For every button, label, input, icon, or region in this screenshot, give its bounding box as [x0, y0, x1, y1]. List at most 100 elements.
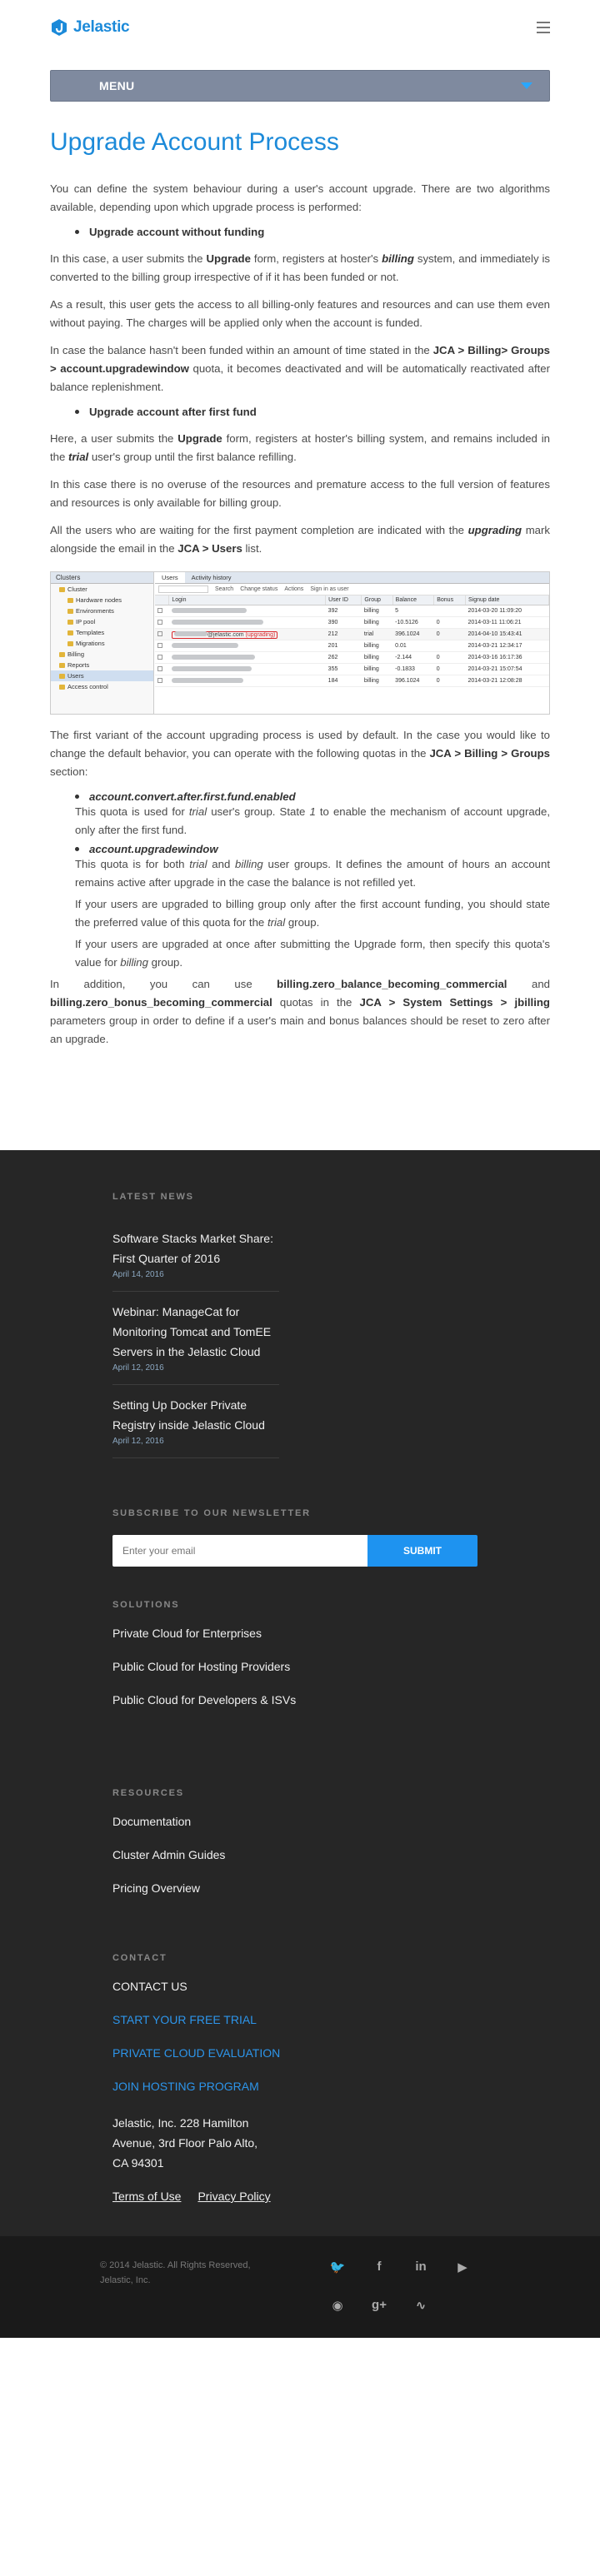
screenshot-sign-in: Sign in as user: [310, 586, 349, 592]
quota-description: This quota is used for trial user's grou…: [75, 805, 550, 836]
resources-heading: RESOURCES: [112, 1788, 184, 1798]
column-header: Bonus: [433, 595, 467, 605]
screenshot-search-label: Search: [215, 586, 234, 592]
news-title-link[interactable]: Software Stacks Market Share: First Quar…: [112, 1228, 279, 1268]
bullet-dot-icon: [75, 230, 79, 234]
resource-link-documentation[interactable]: Documentation: [112, 1815, 488, 1828]
google-plus-icon[interactable]: g+: [358, 2298, 400, 2313]
screenshot-users-table: Login User ID Group Balance Bonus Signup…: [155, 595, 549, 687]
linkedin-icon[interactable]: in: [400, 2260, 442, 2275]
news-title-link[interactable]: Setting Up Docker Private Registry insid…: [112, 1395, 279, 1435]
chevron-down-icon: [521, 82, 532, 89]
tree-item-selected: Users: [51, 670, 153, 681]
contact-us-link[interactable]: CONTACT US: [112, 1980, 488, 1993]
bullet-dot-icon: [75, 410, 79, 414]
terms-of-use-link[interactable]: Terms of Use: [112, 2190, 181, 2203]
resource-link-pricing[interactable]: Pricing Overview: [112, 1881, 488, 1895]
social-links: 🐦 f in ▶ ◉ g+ ∿: [317, 2260, 483, 2313]
newsletter-form: SUBMIT: [112, 1535, 488, 1567]
newsletter-email-input[interactable]: [112, 1535, 368, 1567]
screenshot-tree-header: Clusters: [51, 572, 153, 584]
folder-icon: [68, 619, 73, 625]
site-footer: LATEST NEWS Software Stacks Market Share…: [0, 1150, 600, 2236]
folder-icon: [59, 651, 65, 657]
folder-icon: [59, 684, 65, 690]
news-date: April 14, 2016: [112, 1270, 164, 1279]
latest-news-heading: LATEST NEWS: [112, 1192, 194, 1202]
paragraph: The first variant of the account upgradi…: [50, 729, 550, 778]
news-item[interactable]: Software Stacks Market Share: First Quar…: [112, 1218, 279, 1292]
copyright: © 2014 Jelastic. All Rights Reserved, Je…: [100, 2260, 251, 2285]
tree-item: Cluster: [51, 584, 153, 595]
screenshot-tab-users: Users: [155, 572, 185, 583]
quota-convert-after-first-fund: account.convert.after.first.fund.enabled: [50, 790, 550, 803]
newsletter-submit-button[interactable]: SUBMIT: [368, 1535, 478, 1567]
twitter-icon[interactable]: 🐦: [317, 2260, 358, 2275]
jelastic-logo-icon: [52, 19, 67, 36]
facebook-icon[interactable]: f: [358, 2260, 400, 2275]
tree-item: Billing: [51, 649, 153, 660]
upgrading-mark-box: @jelastic.com (upgrading): [171, 630, 278, 639]
jca-users-screenshot: Clusters Cluster Hardware nodes Environm…: [50, 571, 550, 715]
paragraph: In case the balance hasn't been funded w…: [50, 344, 551, 393]
jelastic-logo[interactable]: Jelastic: [50, 18, 130, 37]
folder-icon: [68, 597, 73, 603]
news-item[interactable]: Webinar: ManageCat for Monitoring Tomcat…: [112, 1292, 279, 1385]
legal-links: Terms of Use Privacy Policy: [112, 2190, 488, 2203]
page-title: Upgrade Account Process: [50, 128, 339, 156]
paragraph: In this case, a user submits the Upgrade…: [50, 252, 551, 283]
paragraph: Here, a user submits the Upgrade form, r…: [50, 432, 550, 463]
hosting-program-link[interactable]: JOIN HOSTING PROGRAM: [112, 2080, 488, 2093]
column-header: Group: [361, 595, 393, 605]
folder-icon: [59, 673, 65, 679]
screenshot-change-status: Change status: [240, 586, 278, 592]
article: Upgrade Account Process You can define t…: [0, 128, 600, 1049]
folder-icon: [59, 662, 65, 668]
screenshot-users-panel: Users Activity history Search Change sta…: [155, 572, 549, 714]
screenshot-tabs: Users Activity history: [155, 572, 549, 584]
solution-link-hosting-providers[interactable]: Public Cloud for Hosting Providers: [112, 1660, 488, 1673]
solution-link-developers[interactable]: Public Cloud for Developers & ISVs: [112, 1693, 488, 1707]
site-header: Jelastic: [0, 0, 600, 57]
free-trial-link[interactable]: START YOUR FREE TRIAL: [112, 2013, 488, 2026]
privacy-policy-link[interactable]: Privacy Policy: [198, 2190, 270, 2203]
footer-bottom-bar: © 2014 Jelastic. All Rights Reserved, Je…: [0, 2236, 600, 2338]
bullet-dot-icon: [75, 795, 79, 799]
quota-description: This quota is for both trial and billing…: [75, 858, 550, 969]
table-row-highlighted: @jelastic.com (upgrading) 212 trial 396.102…: [155, 628, 549, 640]
news-item[interactable]: Setting Up Docker Private Registry insid…: [112, 1385, 279, 1458]
paragraph: As a result, this user gets the access t…: [50, 298, 550, 329]
folder-icon: [68, 630, 73, 635]
bullet-upgrade-after-first-fund: Upgrade account after first fund: [50, 406, 550, 418]
news-title-link[interactable]: Webinar: ManageCat for Monitoring Tomcat…: [112, 1302, 279, 1362]
resource-link-cluster-admin[interactable]: Cluster Admin Guides: [112, 1848, 488, 1861]
folder-icon: [68, 640, 73, 646]
github-icon[interactable]: ◉: [317, 2298, 358, 2313]
paragraph: In addition, you can use billing.zero_ba…: [50, 978, 550, 1045]
hamburger-menu-icon[interactable]: [537, 22, 550, 33]
column-header: Login: [168, 595, 327, 605]
folder-icon: [68, 608, 73, 614]
intro-paragraph: You can define the system behaviour duri…: [50, 182, 550, 213]
table-row: 355 billing -0.1833 0 2014-03-21 15:07:54: [155, 663, 549, 675]
subscribe-heading: SUBSCRIBE TO OUR NEWSLETTER: [112, 1508, 311, 1518]
screenshot-search-box: [158, 585, 208, 593]
bullet-upgrade-without-funding: Upgrade account without funding: [50, 226, 550, 238]
rss-icon[interactable]: ∿: [400, 2298, 442, 2313]
menu-dropdown[interactable]: MENU: [50, 70, 550, 102]
paragraph: All the users who are waiting for the fi…: [50, 524, 551, 555]
solutions-heading: SOLUTIONS: [112, 1600, 180, 1610]
news-date: April 12, 2016: [112, 1437, 164, 1446]
column-header: Signup date: [465, 595, 549, 605]
private-cloud-evaluation-link[interactable]: PRIVATE CLOUD EVALUATION: [112, 2046, 488, 2060]
table-row: 390 billing -10.5126 0 2014-03-11 11:06:21: [155, 616, 549, 629]
logo-text: Jelastic: [73, 18, 130, 36]
youtube-icon[interactable]: ▶: [442, 2260, 483, 2275]
contact-heading: CONTACT: [112, 1953, 168, 1963]
column-header: Balance: [392, 595, 435, 605]
news-date: April 12, 2016: [112, 1363, 164, 1373]
paragraph: In this case there is no overuse of the …: [50, 478, 550, 509]
table-row: 201 billing 0.01 2014-03-21 12:34:17: [155, 640, 549, 652]
solution-link-private-cloud[interactable]: Private Cloud for Enterprises: [112, 1627, 488, 1640]
screenshot-actions: Actions: [284, 586, 304, 592]
